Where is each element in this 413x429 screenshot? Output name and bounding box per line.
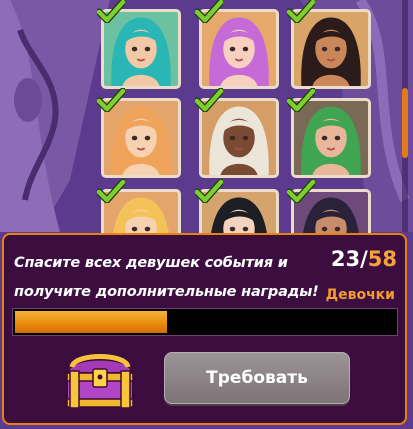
- treasure-chest-icon: [66, 354, 134, 409]
- check-icon: [287, 88, 315, 112]
- task-description: Спасите всех девушек события и получите …: [14, 255, 319, 300]
- girl-portrait: [104, 12, 178, 86]
- girl-portrait: [294, 101, 368, 175]
- progress-bar: [12, 308, 398, 336]
- check-icon: [97, 88, 125, 112]
- girl-portrait: [294, 12, 368, 86]
- grid-scrollbar[interactable]: [402, 0, 408, 232]
- girl-portrait: [202, 101, 276, 175]
- counter-total: 58: [367, 247, 397, 271]
- girl-portrait: [202, 12, 276, 86]
- girls-counter: 23/58: [331, 247, 397, 271]
- check-icon: [97, 0, 125, 23]
- progress-fill: [15, 311, 167, 333]
- check-icon: [195, 0, 223, 23]
- claim-button[interactable]: Требовать: [164, 352, 350, 404]
- check-icon: [287, 0, 315, 23]
- girl-portrait: [104, 101, 178, 175]
- check-icon: [97, 179, 125, 203]
- scrollbar-thumb[interactable]: [402, 88, 408, 158]
- check-icon: [195, 88, 223, 112]
- category-label: Девочки: [325, 287, 395, 303]
- check-icon: [287, 179, 315, 203]
- event-reward-panel: Спасите всех девушек события и получите …: [2, 233, 407, 425]
- counter-current: 23: [330, 247, 361, 271]
- counter-separator: /: [360, 247, 368, 271]
- check-icon: [195, 179, 223, 203]
